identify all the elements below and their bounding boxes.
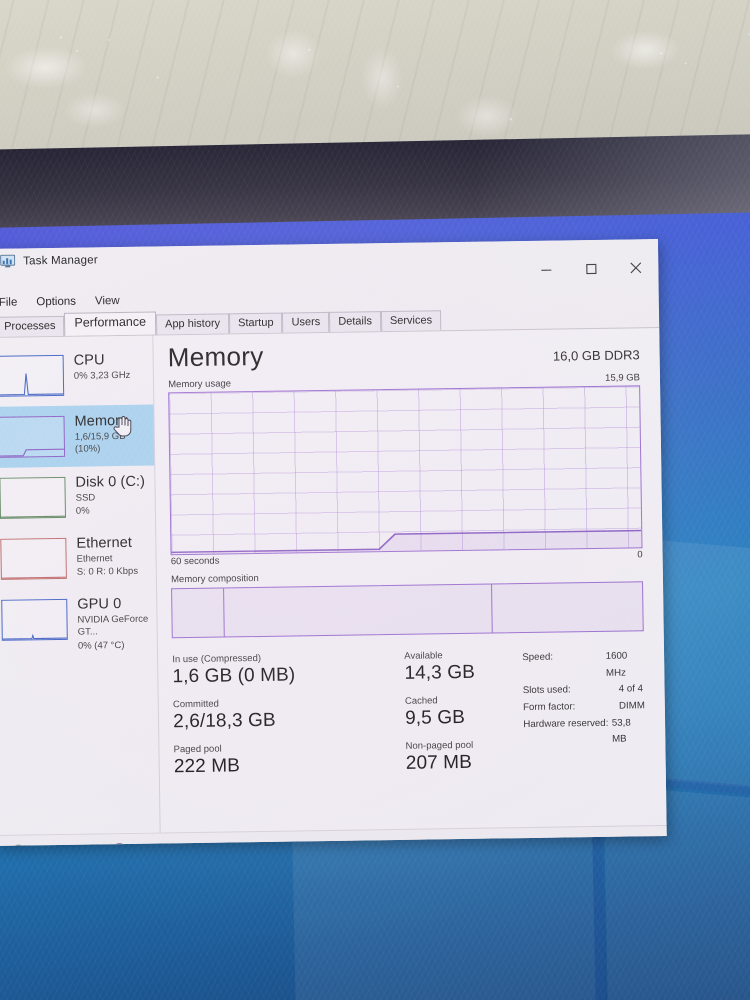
sidebar-gpu-sub-1: NVIDIA GeForce GT... [77, 613, 149, 639]
sidebar-item-cpu[interactable]: CPU 0% 3,23 GHz [0, 344, 153, 407]
memory-stats: In use (Compressed) 1,6 GB (0 MB) Commit… [172, 647, 646, 788]
sidebar-ethernet-title: Ethernet [76, 534, 133, 552]
spec-speed-value: 1600 MHz [605, 650, 628, 679]
composition-segment-free[interactable] [492, 582, 643, 632]
stat-non-paged-pool: Non-paged pool 207 MB [406, 739, 525, 775]
menu-file[interactable]: File [0, 297, 17, 309]
menu-options[interactable]: Options [36, 296, 76, 309]
window-controls[interactable] [523, 253, 658, 284]
window-title: Task Manager [23, 253, 98, 267]
stat-committed-value: 2,6/18,3 GB [173, 709, 276, 733]
stat-available-value: 14,3 GB [404, 662, 476, 685]
sidebar-gpu-text: GPU 0 NVIDIA GeForce GT... 0% (47 °C) [77, 596, 151, 654]
sidebar-memory-sub-1: 1,6/15,9 GB (10%) [74, 430, 126, 456]
stat-cached-value: 9,5 GB [405, 707, 466, 729]
disk-thumbnail-graph [0, 476, 66, 519]
cpu-thumbnail-graph [0, 354, 65, 397]
tab-details[interactable]: Details [329, 311, 382, 332]
gpu-thumbnail-graph [1, 598, 68, 641]
tab-processes[interactable]: Processes [0, 315, 65, 337]
ethernet-thumbnail-graph [0, 537, 67, 580]
memory-usage-graph[interactable] [168, 385, 643, 556]
memory-thumbnail-graph [0, 415, 66, 458]
stats-column-middle: Available 14,3 GB Cached 9,5 GB Non-page… [404, 649, 524, 785]
sidebar-gpu-title: GPU 0 [77, 596, 122, 613]
sidebar-memory-text: Memory 1,6/15,9 GB (10%) [74, 413, 148, 457]
spec-form-factor: Form factor: DIMM [523, 698, 645, 716]
usage-graph-caption-right: 15,9 GB [605, 372, 641, 384]
axis-label-right: 0 [637, 549, 643, 561]
resource-sidebar[interactable]: CPU 0% 3,23 GHz Memory 1,6/15,9 GB (10%) [0, 335, 161, 835]
task-manager-window[interactable]: Task Manager File Options View Processes… [0, 239, 667, 846]
spec-form-factor-key: Form factor: [522, 701, 576, 714]
panel-header: Memory 16,0 GB DDR3 [168, 335, 640, 373]
sidebar-item-memory[interactable]: Memory 1,6/15,9 GB (10%) [0, 404, 155, 468]
spec-slots-used: Slots used: 4 of 4 [523, 682, 645, 700]
stats-column-specs: Speed: 1600 MHz Slots used: 4 of 4 Form … [522, 647, 646, 783]
tab-services[interactable]: Services [380, 310, 442, 332]
sidebar-ethernet-sub-2: S: 0 R: 0 Kbps [76, 566, 139, 579]
axis-label-left: 60 seconds [170, 555, 220, 568]
memory-composition-bar[interactable] [171, 581, 644, 639]
stat-paged-pool: Paged pool 222 MB [174, 740, 406, 778]
stat-available: Available 14,3 GB [404, 649, 523, 685]
task-manager-icon [0, 254, 16, 268]
minimize-button[interactable] [523, 254, 568, 284]
sidebar-item-disk[interactable]: Disk 0 (C:) SSD 0% [0, 466, 155, 529]
stat-committed: Committed 2,6/18,3 GB [173, 696, 405, 734]
tab-startup[interactable]: Startup [228, 312, 283, 334]
sidebar-disk-sub-2: 0% [75, 505, 90, 518]
sidebar-ethernet-text: Ethernet Ethernet S: 0 R: 0 Kbps [76, 535, 138, 580]
spec-speed: Speed: 1600 MHz [522, 648, 644, 683]
spec-hardware-reserved-value: 53,8 MB [611, 717, 631, 746]
content-area: CPU 0% 3,23 GHz Memory 1,6/15,9 GB (10%) [0, 328, 667, 835]
spec-hardware-reserved: Hardware reserved: 53,8 MB [523, 715, 645, 750]
sidebar-item-gpu[interactable]: GPU 0 NVIDIA GeForce GT... 0% (47 °C) [0, 588, 157, 654]
stat-non-paged-pool-value: 207 MB [405, 751, 473, 774]
sidebar-disk-text: Disk 0 (C:) SSD 0% [75, 474, 145, 519]
stat-paged-pool-value: 222 MB [173, 755, 241, 778]
spec-slots-used-key: Slots used: [522, 684, 571, 697]
spec-slots-used-value: 4 of 4 [618, 683, 644, 696]
sidebar-ethernet-sub-1: Ethernet [76, 552, 113, 565]
usage-graph-caption-left: Memory usage [168, 378, 232, 391]
sidebar-cpu-sub-1: 0% 3,23 GHz [73, 369, 131, 382]
tab-performance[interactable]: Performance [64, 311, 157, 336]
memory-spec-label: 16,0 GB DDR3 [552, 347, 640, 364]
maximize-button[interactable] [568, 254, 613, 284]
title-bar-left: Task Manager [0, 253, 98, 268]
memory-usage-plot [171, 529, 642, 555]
tab-app-history[interactable]: App history [155, 313, 230, 335]
stats-column-left: In use (Compressed) 1,6 GB (0 MB) Commit… [172, 651, 406, 789]
menu-view[interactable]: View [95, 295, 120, 307]
page-title: Memory [167, 340, 264, 373]
sidebar-gpu-sub-2: 0% (47 °C) [77, 640, 125, 652]
spec-hardware-reserved-key: Hardware reserved: [523, 717, 609, 730]
composition-segment-standby[interactable] [223, 584, 493, 637]
spec-speed-key: Speed: [522, 651, 554, 664]
close-button[interactable] [613, 253, 658, 283]
sidebar-cpu-title: CPU [73, 352, 105, 369]
stat-in-use: In use (Compressed) 1,6 GB (0 MB) [172, 651, 404, 689]
stat-in-use-value: 1,6 GB (0 MB) [172, 664, 296, 688]
stat-cached: Cached 9,5 GB [405, 694, 524, 730]
composition-segment-in-use[interactable] [172, 588, 225, 638]
sidebar-memory-title: Memory [74, 412, 128, 430]
sidebar-disk-sub-1: SSD [75, 492, 96, 504]
sidebar-disk-title: Disk 0 (C:) [75, 473, 146, 491]
sidebar-cpu-text: CPU 0% 3,23 GHz [74, 352, 131, 383]
sidebar-item-ethernet[interactable]: Ethernet Ethernet S: 0 R: 0 Kbps [0, 527, 156, 590]
photo-of-monitor-scene: Task Manager File Options View Processes… [0, 0, 750, 1000]
memory-detail-panel: Memory 16,0 GB DDR3 Memory usage 15,9 GB… [153, 328, 666, 832]
tab-users[interactable]: Users [282, 311, 330, 333]
spec-form-factor-value: DIMM [618, 700, 645, 712]
